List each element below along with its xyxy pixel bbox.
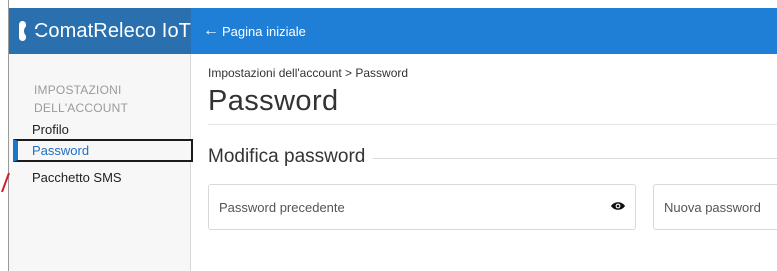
section-title-line1: IMPOSTAZIONI (34, 83, 122, 97)
sidebar-item-profilo[interactable]: Profilo (32, 122, 69, 137)
brand-bar: ComatReleco IoT (9, 8, 191, 54)
old-password-field[interactable]: Password precedente (208, 184, 636, 230)
arrow-left-icon: ← (203, 22, 219, 39)
section-title: Modifica password (208, 146, 374, 168)
home-link[interactable]: ← Pagina iniziale (203, 23, 306, 39)
brand-title: ComatReleco IoT (33, 19, 191, 42)
title-divider (208, 124, 777, 125)
annotation-arrow (1, 172, 10, 192)
sidebar-item-pacchetto-sms[interactable]: Pacchetto SMS (32, 170, 122, 185)
breadcrumb: Impostazioni dell'account > Password (208, 66, 409, 80)
top-navbar: ← Pagina iniziale (191, 8, 777, 54)
comatreleco-logo-icon (19, 21, 41, 41)
eye-icon[interactable] (611, 201, 625, 211)
page-title: Password (208, 85, 339, 117)
new-password-field[interactable]: Nuova password (653, 184, 777, 230)
new-password-placeholder: Nuova password (664, 199, 761, 215)
sidebar-item-password[interactable]: Password (13, 139, 193, 162)
section-title-line2: DELL'ACCOUNT (34, 101, 129, 115)
home-link-label: Pagina iniziale (222, 23, 306, 39)
sidebar: IMPOSTAZIONI DELL'ACCOUNT Profilo Passwo… (9, 54, 193, 271)
sidebar-section-title: IMPOSTAZIONI DELL'ACCOUNT (34, 81, 128, 117)
old-password-placeholder: Password precedente (219, 199, 345, 215)
